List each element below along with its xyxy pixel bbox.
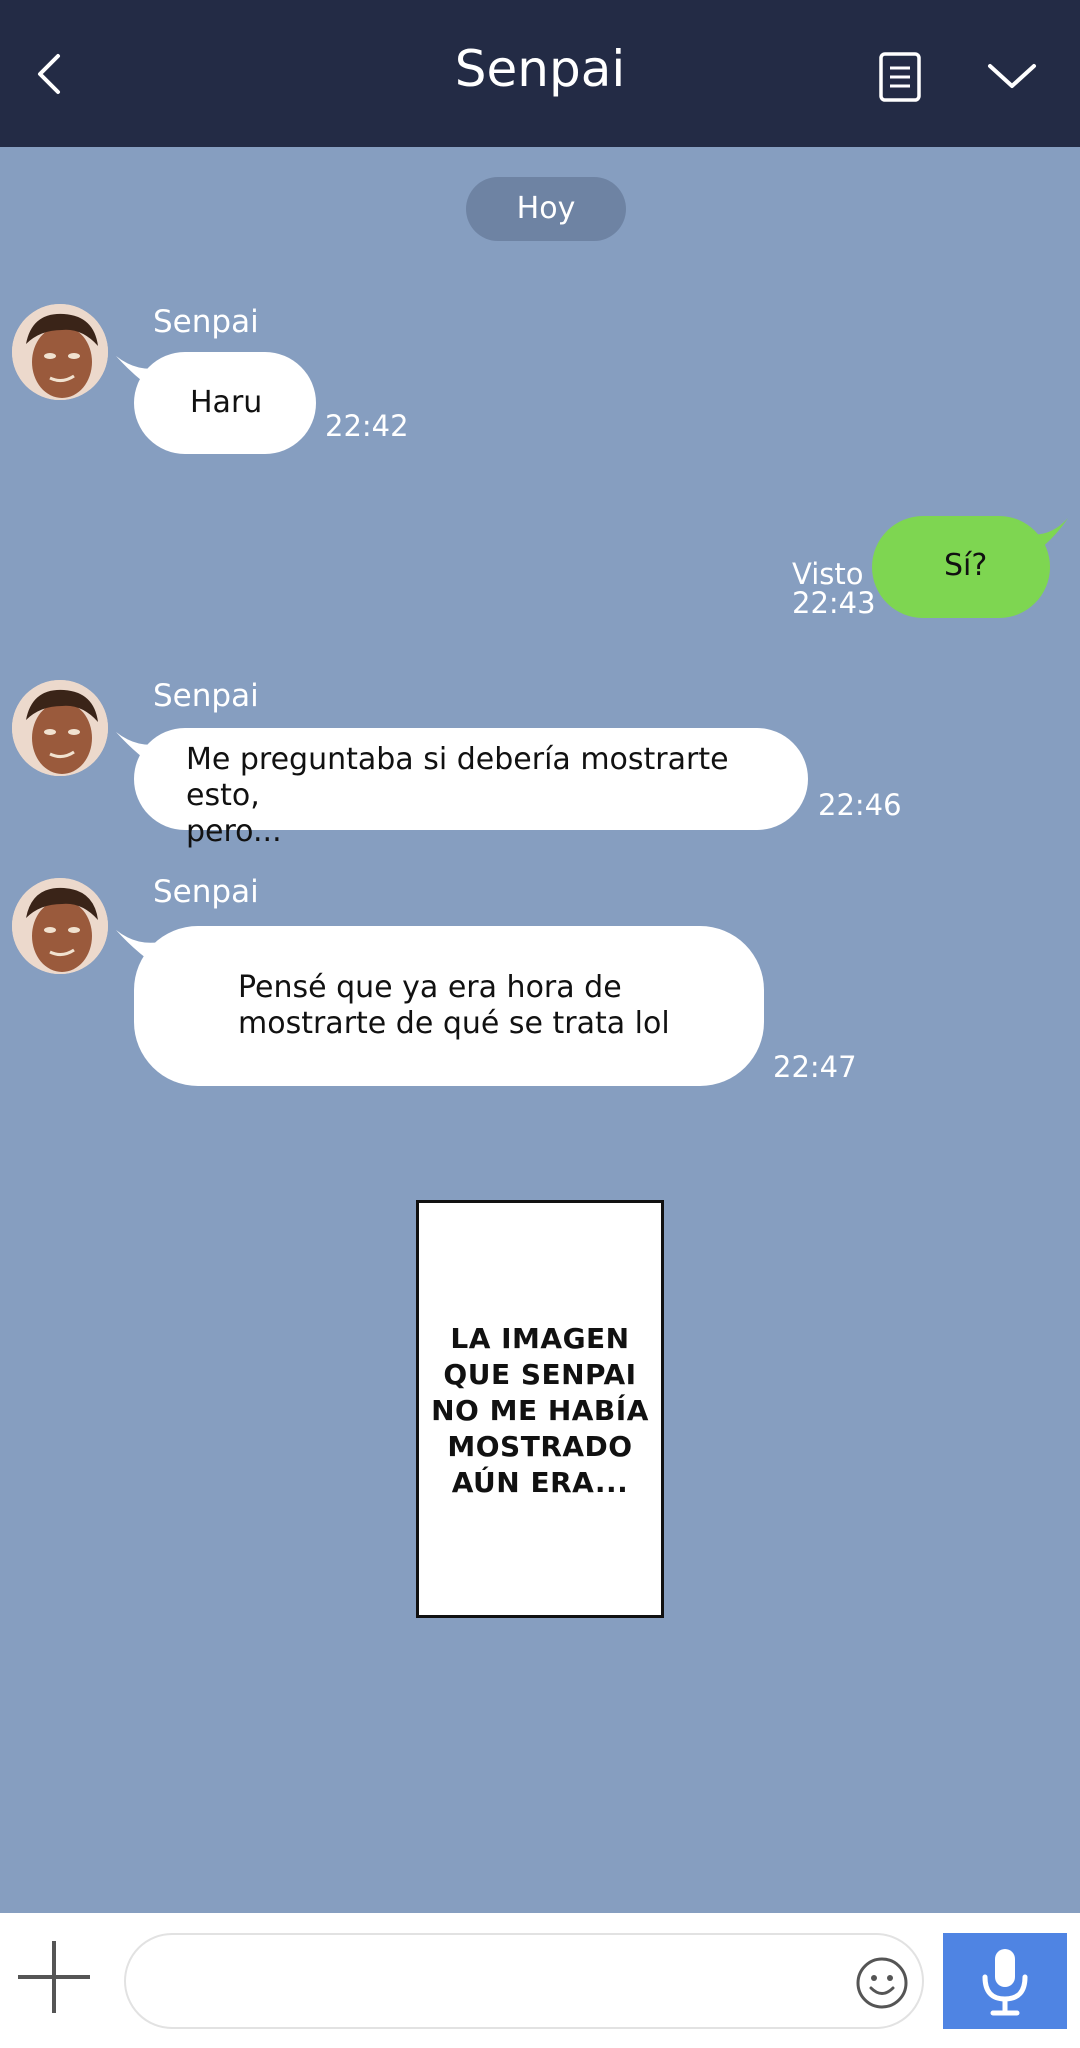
emoji-button[interactable] [854,1955,910,2011]
message-bubble[interactable]: Sí? [872,516,1050,618]
sender-name: Senpai [153,304,259,340]
notes-icon [879,52,921,102]
plus-icon [18,1941,90,2013]
chat-screen: Senpai Hoy Senpai Haru 22:42 Visto 22:43… [0,0,1080,2048]
image-message[interactable]: LA IMAGEN QUE SENPAI NO ME HABÍA MOSTRAD… [416,1200,664,1618]
image-caption: LA IMAGEN QUE SENPAI NO ME HABÍA MOSTRAD… [431,1322,649,1499]
read-status: Visto [792,557,864,591]
sender-name: Senpai [153,678,259,714]
message-time: 22:46 [818,788,902,822]
avatar[interactable] [12,878,108,974]
composer-bar [0,1913,1080,2048]
message-text: Haru [190,385,263,420]
message-text: Me preguntaba si debería mostrarte esto,… [186,742,729,849]
chat-header: Senpai [0,0,1080,147]
avatar[interactable] [12,680,108,776]
chevron-left-icon [38,54,60,94]
microphone-icon [982,1949,1028,2016]
chevron-down-icon [988,64,1036,88]
message-bubble[interactable]: Pensé que ya era hora de mostrarte de qu… [134,926,764,1086]
attach-button[interactable] [16,1939,92,2015]
date-separator: Hoy [466,177,626,241]
menu-button[interactable] [984,56,1040,96]
notes-button[interactable] [876,50,926,106]
message-text: Pensé que ya era hora de mostrarte de qu… [238,970,670,1041]
message-time: 22:42 [325,409,409,443]
message-input[interactable] [124,1933,924,2029]
message-time: 22:43 [792,586,876,620]
avatar[interactable] [12,304,108,400]
message-time: 22:47 [773,1050,857,1084]
back-button[interactable] [30,42,94,106]
voice-button[interactable] [943,1933,1067,2029]
message-bubble[interactable]: Haru [134,352,316,454]
message-text: Sí? [944,548,988,583]
smiley-icon [856,1957,908,2009]
message-bubble[interactable]: Me preguntaba si debería mostrarte esto,… [134,728,808,849]
sender-name: Senpai [153,874,259,910]
